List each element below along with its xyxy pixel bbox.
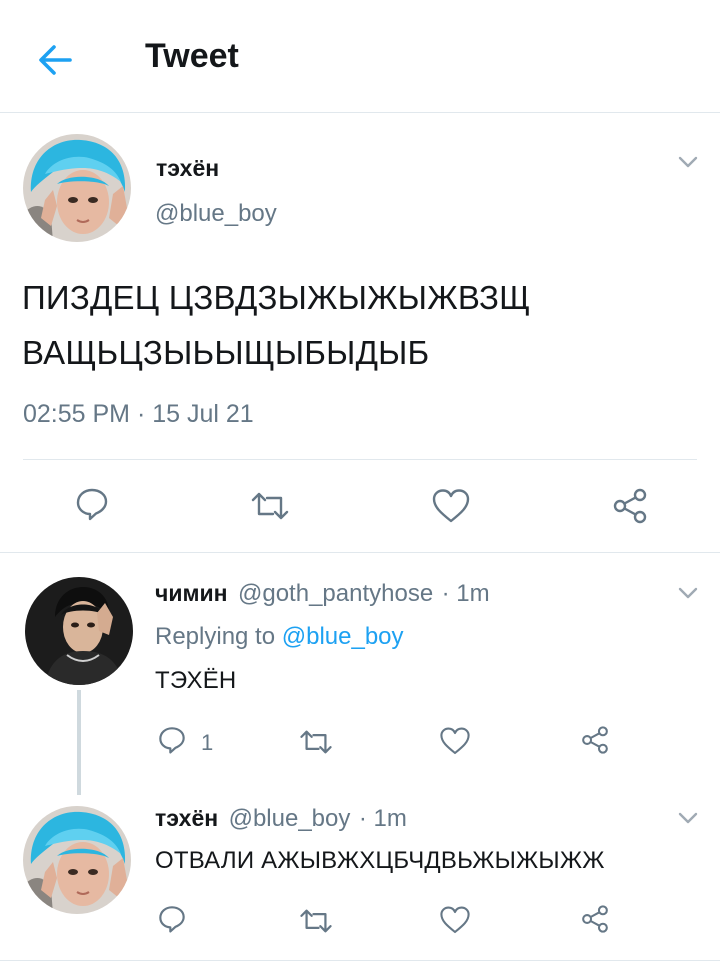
top-bar: Tweet bbox=[0, 0, 720, 113]
share-icon bbox=[580, 725, 610, 760]
avatar[interactable] bbox=[23, 806, 131, 914]
retweet-icon bbox=[298, 907, 334, 940]
divider bbox=[0, 960, 720, 961]
heart-icon bbox=[439, 905, 471, 940]
chevron-down-icon[interactable] bbox=[675, 583, 701, 603]
share-icon bbox=[580, 904, 610, 939]
thread-line bbox=[77, 690, 81, 795]
retweet-button[interactable] bbox=[298, 907, 334, 940]
page-title: Tweet bbox=[145, 37, 239, 75]
author-handle[interactable]: @blue_boy bbox=[229, 805, 351, 832]
chevron-down-icon[interactable] bbox=[675, 808, 701, 828]
author-handle[interactable]: @blue_boy bbox=[155, 200, 277, 228]
replying-to: Replying to @blue_boy bbox=[155, 623, 404, 651]
tweet-text-line-2: ВАЩЬЦЗЫЬЫЩЫБЫДЫБ bbox=[22, 334, 430, 371]
reply-time: · 1m bbox=[358, 805, 407, 832]
reply-button[interactable]: 1 bbox=[157, 725, 213, 760]
divider bbox=[0, 552, 720, 553]
chevron-down-icon[interactable] bbox=[675, 152, 701, 172]
author-name[interactable]: чимин bbox=[155, 580, 228, 606]
reply-header: чимин @goth_pantyhose · 1m bbox=[155, 580, 490, 608]
like-button[interactable] bbox=[439, 905, 471, 940]
retweet-icon bbox=[249, 490, 291, 527]
avatar[interactable] bbox=[25, 577, 133, 685]
divider bbox=[23, 459, 697, 460]
author-handle[interactable]: @goth_pantyhose bbox=[238, 580, 433, 607]
heart-icon bbox=[431, 488, 471, 529]
retweet-icon bbox=[298, 728, 334, 761]
like-button[interactable] bbox=[431, 488, 471, 529]
tweet-timestamp[interactable]: 02:55 PM · 15 Jul 21 bbox=[23, 400, 254, 429]
avatar[interactable] bbox=[23, 134, 131, 242]
heart-icon bbox=[439, 726, 471, 761]
share-button[interactable] bbox=[611, 487, 649, 530]
reply-icon bbox=[157, 725, 187, 760]
reply-text: ТЭХЁН bbox=[155, 667, 237, 694]
reply-text: ОТВАЛИ АЖЫВЖХЦБЧДВЬЖЫЖЫЖЖ bbox=[155, 847, 605, 874]
share-button[interactable] bbox=[580, 904, 610, 939]
replying-to-link[interactable]: @blue_boy bbox=[282, 623, 404, 650]
reply-button[interactable] bbox=[157, 904, 187, 939]
retweet-button[interactable] bbox=[298, 728, 334, 761]
author-name[interactable]: тэхён bbox=[156, 155, 219, 182]
like-button[interactable] bbox=[439, 726, 471, 761]
tweet-text-line-1: ПИЗДЕЦ ЦЗВДЗЫЖЫЖЫЖВЗЩ bbox=[22, 279, 531, 316]
reply-icon bbox=[74, 486, 110, 527]
reply-button[interactable] bbox=[74, 486, 110, 527]
share-icon bbox=[611, 487, 649, 530]
retweet-button[interactable] bbox=[249, 490, 291, 527]
replying-to-label: Replying to bbox=[155, 623, 276, 650]
reply-header: тэхён @blue_boy · 1m bbox=[155, 805, 407, 833]
reply-icon bbox=[157, 904, 187, 939]
author-name[interactable]: тэхён bbox=[155, 805, 218, 831]
back-arrow-icon[interactable] bbox=[34, 38, 78, 82]
reply-time: · 1m bbox=[441, 580, 490, 607]
reply-count: 1 bbox=[201, 729, 214, 755]
share-button[interactable] bbox=[580, 725, 610, 760]
